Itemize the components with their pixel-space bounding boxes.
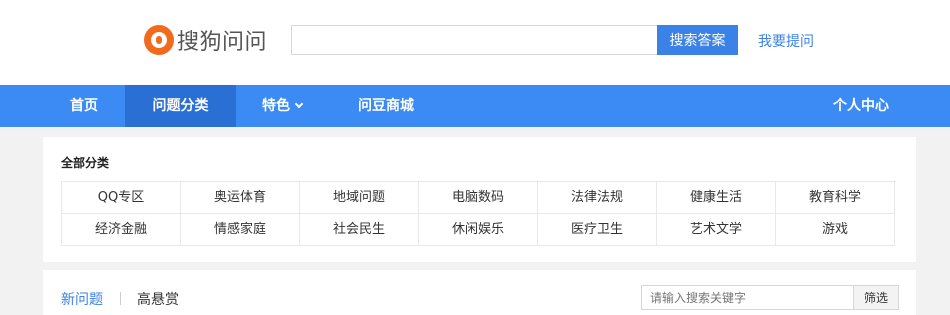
category-item[interactable]: 地域问题 bbox=[300, 182, 419, 214]
nav-item-shop[interactable]: 问豆商城 bbox=[338, 85, 434, 127]
logo[interactable]: 搜狗问问 bbox=[144, 24, 267, 56]
nav-item-label: 问题分类 bbox=[152, 98, 209, 114]
header: 搜狗问问 搜索答案 我要提问 bbox=[0, 0, 950, 85]
category-panel: 全部分类 QQ专区 奥运体育 地域问题 电脑数码 法律法规 健康生活 教育科学 … bbox=[43, 137, 916, 262]
tab-high-reward[interactable]: 高悬赏 bbox=[137, 289, 179, 309]
main-nav: 首页 问题分类 特色 问豆商城 个人中心 bbox=[0, 85, 950, 127]
category-item[interactable]: 艺术文学 bbox=[657, 214, 776, 246]
search-input[interactable] bbox=[292, 26, 657, 54]
category-item[interactable]: 法律法规 bbox=[538, 182, 657, 214]
search-box bbox=[291, 25, 657, 55]
category-grid: QQ专区 奥运体育 地域问题 电脑数码 法律法规 健康生活 教育科学 经济金融 … bbox=[61, 181, 896, 246]
logo-text: 搜狗问问 bbox=[177, 30, 268, 55]
search-answers-button[interactable]: 搜索答案 bbox=[657, 25, 738, 55]
category-item[interactable]: 教育科学 bbox=[776, 182, 895, 214]
category-item[interactable]: 经济金融 bbox=[62, 214, 181, 246]
filter-button[interactable]: 筛选 bbox=[854, 285, 899, 310]
category-item[interactable]: 休闲娱乐 bbox=[419, 214, 538, 246]
category-item[interactable]: QQ专区 bbox=[62, 182, 181, 214]
filter-search-input[interactable] bbox=[642, 286, 853, 309]
category-item[interactable]: 奥运体育 bbox=[181, 182, 300, 214]
category-title: 全部分类 bbox=[61, 156, 110, 170]
ask-question-link[interactable]: 我要提问 bbox=[758, 31, 814, 51]
category-item[interactable]: 情感家庭 bbox=[181, 214, 300, 246]
sogou-logo-icon bbox=[144, 25, 174, 55]
category-item[interactable]: 健康生活 bbox=[657, 182, 776, 214]
tab-new-questions[interactable]: 新问题 bbox=[61, 289, 103, 309]
question-panel: 新问题 高悬赏 筛选 bbox=[43, 270, 916, 315]
nav-item-featured[interactable]: 特色 bbox=[244, 85, 320, 127]
category-item[interactable]: 社会民生 bbox=[300, 214, 419, 246]
filter-box bbox=[641, 285, 854, 310]
tab-divider bbox=[120, 292, 121, 305]
chevron-down-icon bbox=[294, 99, 304, 109]
nav-item-label: 个人中心 bbox=[833, 98, 889, 114]
category-item[interactable]: 医疗卫生 bbox=[538, 214, 657, 246]
category-item[interactable]: 游戏 bbox=[776, 214, 895, 246]
nav-item-label: 首页 bbox=[70, 98, 98, 114]
nav-item-categories[interactable]: 问题分类 bbox=[125, 85, 236, 127]
nav-item-user-center[interactable]: 个人中心 bbox=[818, 85, 904, 127]
nav-item-label: 问豆商城 bbox=[358, 98, 414, 114]
nav-item-home[interactable]: 首页 bbox=[44, 85, 124, 127]
category-item[interactable]: 电脑数码 bbox=[419, 182, 538, 214]
nav-item-label: 特色 bbox=[262, 98, 290, 114]
